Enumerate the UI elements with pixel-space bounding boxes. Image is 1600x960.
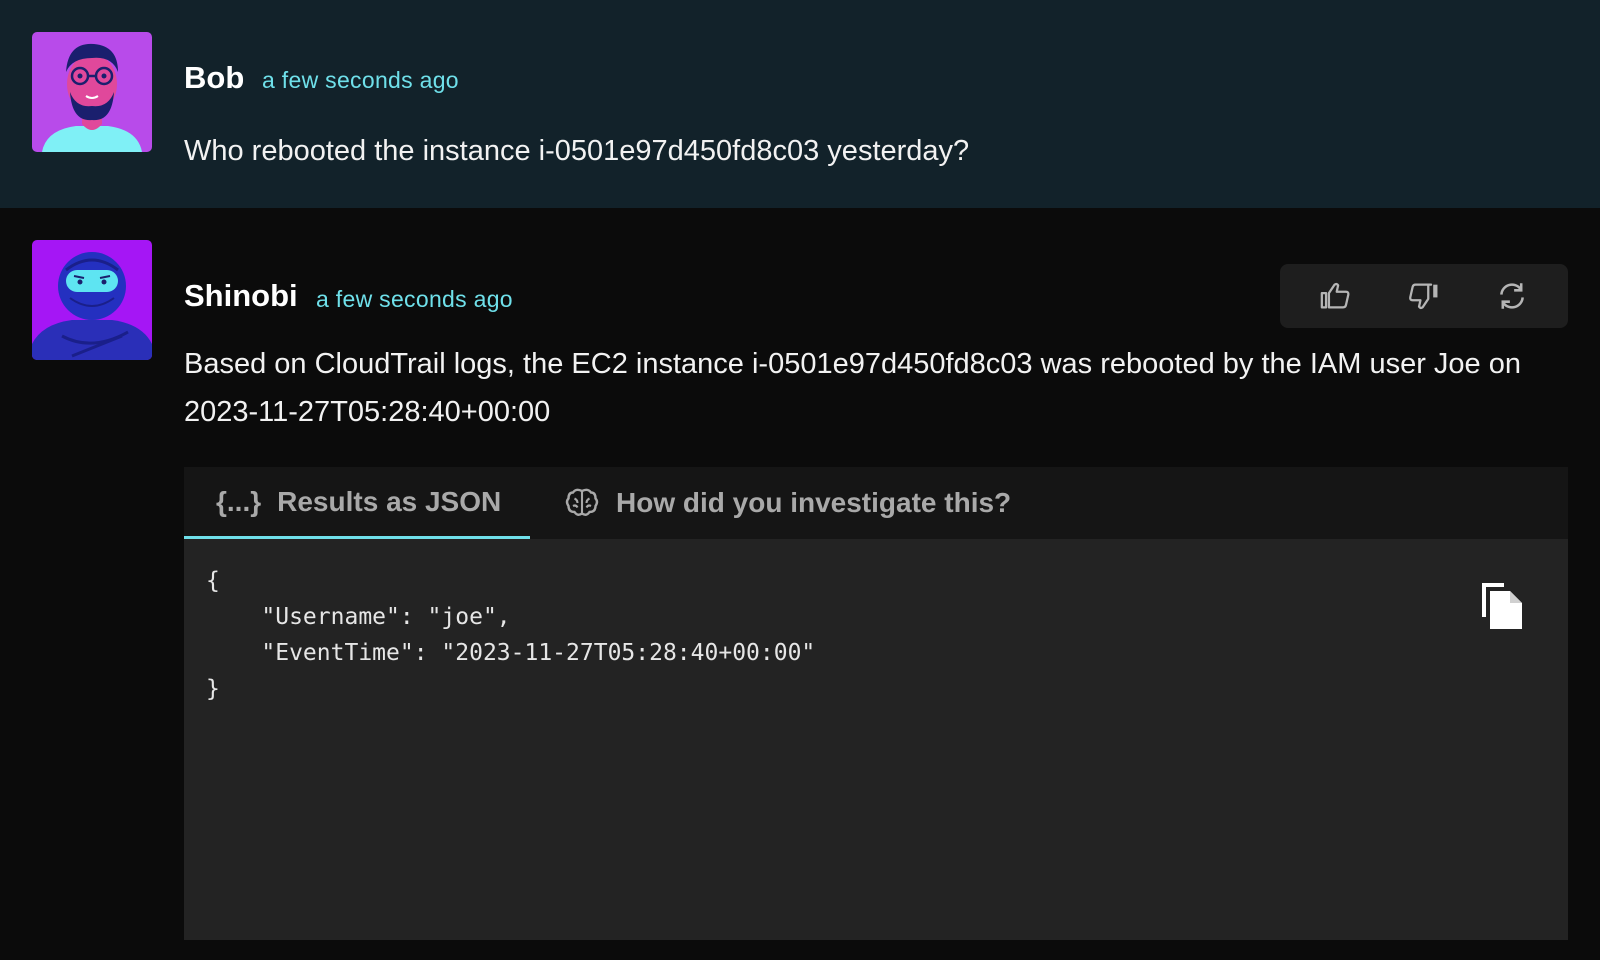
shinobi-avatar	[32, 240, 152, 360]
tab-investigation[interactable]: How did you investigate this?	[564, 467, 1011, 539]
bot-message: Shinobi a few seconds ago Based on Cloud…	[0, 208, 1600, 960]
bob-avatar	[32, 32, 152, 152]
message-author: Bob	[184, 60, 245, 95]
thumbs-down-button[interactable]	[1400, 272, 1448, 320]
results-tabs: {...} Results as JSON How did you invest…	[184, 467, 1568, 539]
braces-icon: {...}	[216, 485, 262, 517]
results-panel: {...} Results as JSON How did you invest…	[184, 467, 1568, 940]
json-code-block: { "Username": "joe", "EventTime": "2023-…	[206, 568, 816, 702]
regenerate-button[interactable]	[1488, 272, 1536, 320]
message-author: Shinobi	[184, 278, 298, 313]
user-message: Bob a few seconds ago Who rebooted the i…	[0, 0, 1600, 208]
bearded-man-avatar-icon	[32, 32, 152, 152]
copy-icon	[1482, 583, 1522, 629]
tab-results-json[interactable]: {...} Results as JSON	[184, 467, 530, 539]
brain-icon	[564, 485, 600, 521]
thumbs-up-button[interactable]	[1312, 272, 1360, 320]
tab-label: How did you investigate this?	[616, 487, 1012, 518]
feedback-bar	[1280, 264, 1568, 328]
message-text: Who rebooted the instance i-0501e97d450f…	[184, 135, 970, 167]
message-timestamp: a few seconds ago	[316, 286, 513, 312]
message-text: Based on CloudTrail logs, the EC2 instan…	[184, 348, 1521, 428]
ninja-avatar-icon	[32, 240, 152, 360]
tab-label: Results as JSON	[277, 485, 502, 517]
refresh-icon	[1500, 283, 1524, 309]
message-timestamp: a few seconds ago	[262, 67, 459, 93]
thumbs-up-icon	[1320, 282, 1350, 309]
copy-button[interactable]	[1478, 579, 1526, 631]
thumbs-down-icon	[1409, 283, 1438, 310]
